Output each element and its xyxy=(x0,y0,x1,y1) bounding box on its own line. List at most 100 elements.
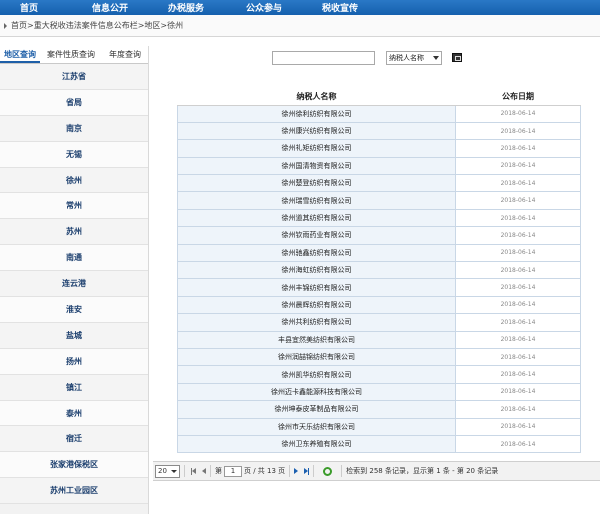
taxpayer-name-link[interactable]: 徐州市天乐纺织有限公司 xyxy=(177,417,456,436)
sidebar-item[interactable]: 苏州工业园区 xyxy=(0,478,148,505)
taxpayer-name-link[interactable]: 徐州瑞雪纺织有限公司 xyxy=(177,191,456,210)
next-page-icon[interactable] xyxy=(294,468,299,474)
sidebar-item[interactable]: 淮安 xyxy=(0,297,148,323)
main-content: 纳税人名称 纳税人名称 公布日期 徐州徐利纺织有限公司 2018-06-14 徐州康… xyxy=(153,46,600,514)
taxpayer-name-link[interactable]: 徐州晨辉纺织有限公司 xyxy=(177,295,456,315)
sidebar-item[interactable]: 镇江 xyxy=(0,374,148,401)
breadcrumb-arrow-icon xyxy=(4,22,7,29)
taxpayer-name-link[interactable]: 徐州礼矩纺织有限公司 xyxy=(177,139,456,158)
sidebar: 地区查询 案件性质查询 年度查询 江苏省 省局 南京 无锡 徐州 常州 苏州 南通 连云港 淮安盐… xyxy=(0,46,149,514)
breadcrumb-sep: > xyxy=(27,21,34,30)
sidebar-item[interactable]: 南京 xyxy=(0,115,148,142)
taxpayer-name-link[interactable]: 徐州康兴纺织有限公司 xyxy=(177,121,456,141)
pager-summary: 检索到 258 条记录，显示第 1 条 - 第 20 条记录 xyxy=(346,467,499,475)
search-button[interactable] xyxy=(452,53,462,62)
table-row: 徐州凯华纺织有限公司 2018-06-14 xyxy=(177,365,581,384)
sidebar-item[interactable]: 省局 xyxy=(0,89,148,116)
sidebar-item[interactable]: 盐城 xyxy=(0,322,148,349)
nav-info-public[interactable]: 信息公开 xyxy=(92,1,128,14)
publish-date: 2018-06-14 xyxy=(455,243,581,263)
table-row: 徐州海虹纺织有限公司 2018-06-14 xyxy=(177,261,581,280)
sidebar-item[interactable]: 徐州 xyxy=(0,167,148,194)
refresh-icon[interactable] xyxy=(323,466,333,476)
sidebar-item[interactable]: 连云港 xyxy=(0,271,148,298)
taxpayer-name-link[interactable]: 徐州迈卡鑫能源科技有限公司 xyxy=(177,382,456,402)
taxpayer-name-link[interactable]: 徐州驰鑫纺织有限公司 xyxy=(177,243,456,263)
taxpayer-name-link[interactable]: 徐州海虹纺织有限公司 xyxy=(177,261,456,280)
table-row: 徐州道其纺织有限公司 2018-06-14 xyxy=(177,208,581,228)
page-suffix: 页 / 共 13 页 xyxy=(244,467,286,475)
publish-date: 2018-06-14 xyxy=(455,347,581,367)
table-row: 徐州驰鑫纺织有限公司 2018-06-14 xyxy=(177,243,581,263)
table-row: 徐州丰锦纺织有限公司 2018-06-14 xyxy=(177,278,581,297)
sidebar-item[interactable]: 常州 xyxy=(0,193,148,220)
taxpayer-name-link[interactable]: 徐州润喆锦纺织有限公司 xyxy=(177,347,456,367)
nav-tax-service[interactable]: 办税服务 xyxy=(168,1,204,14)
nav-public-participation[interactable]: 公众参与 xyxy=(246,1,282,14)
first-page-icon[interactable] xyxy=(191,467,196,475)
breadcrumb-sep: > xyxy=(137,21,145,30)
page-prefix: 第 xyxy=(215,467,222,475)
taxpayer-name-link[interactable]: 徐州道其纺织有限公司 xyxy=(177,208,456,228)
nav-tax-publicity[interactable]: 税收宣传 xyxy=(322,1,358,14)
taxpayer-name-link[interactable]: 徐州国清物资有限公司 xyxy=(177,156,456,176)
breadcrumb-current: 徐州 xyxy=(167,21,184,30)
tab-case-type-query[interactable]: 案件性质查询 xyxy=(40,46,102,63)
table-row: 徐州共利纺织有限公司 2018-06-14 xyxy=(177,313,581,332)
table-row: 徐州迈卡鑫能源科技有限公司 2018-06-14 xyxy=(177,382,581,402)
taxpayer-name-link[interactable]: 徐州楚登纺织有限公司 xyxy=(177,174,456,193)
results-body: 徐州徐利纺织有限公司 2018-06-14 徐州康兴纺织有限公司 2018-06-14… xyxy=(177,104,581,454)
header-taxpayer-name: 纳税人名称 xyxy=(177,89,456,106)
prev-page-icon[interactable] xyxy=(202,468,206,474)
publish-date: 2018-06-14 xyxy=(455,417,581,436)
taxpayer-name-link[interactable]: 徐州钦雨药业有限公司 xyxy=(177,226,456,245)
last-page-icon[interactable] xyxy=(304,467,310,475)
sidebar-item[interactable]: 扬州 xyxy=(0,348,148,375)
results-table: 纳税人名称 公布日期 徐州徐利纺织有限公司 2018-06-14 徐州康兴纺织有限公… xyxy=(177,89,581,454)
table-header-row: 纳税人名称 公布日期 xyxy=(177,89,581,106)
table-row: 徐州坤泰皮革制品有限公司 2018-06-14 xyxy=(177,400,581,419)
table-row: 徐州康兴纺织有限公司 2018-06-14 xyxy=(177,121,581,141)
pager: 20 第 1 页 / 共 13 页 检索到 258 条记录，显示第 1 条 - … xyxy=(153,461,600,481)
publish-date: 2018-06-14 xyxy=(455,278,581,297)
breadcrumb-sep: > xyxy=(160,21,168,30)
publish-date: 2018-06-14 xyxy=(455,104,581,123)
sidebar-item[interactable]: 泰州 xyxy=(0,400,148,427)
table-row: 徐州徐利纺织有限公司 2018-06-14 xyxy=(177,104,581,123)
breadcrumb-section[interactable]: 重大税收违法案件信息公布栏 xyxy=(34,20,138,31)
search-input[interactable] xyxy=(272,51,375,65)
breadcrumb-region[interactable]: 地区 xyxy=(144,20,160,31)
table-row: 徐州钦雨药业有限公司 2018-06-14 xyxy=(177,226,581,245)
taxpayer-name-link[interactable]: 徐州凯华纺织有限公司 xyxy=(177,365,456,384)
sidebar-item[interactable]: 苏州 xyxy=(0,219,148,246)
nav-home[interactable]: 首页 xyxy=(20,1,38,14)
table-row: 徐州瑞雪纺织有限公司 2018-06-14 xyxy=(177,191,581,210)
breadcrumb-home[interactable]: 首页 xyxy=(11,20,27,31)
sidebar-item[interactable]: 无锡 xyxy=(0,141,148,168)
publish-date: 2018-06-14 xyxy=(455,121,581,141)
taxpayer-name-link[interactable]: 徐州共利纺织有限公司 xyxy=(177,313,456,332)
tab-region-query[interactable]: 地区查询 xyxy=(0,46,40,63)
sidebar-item[interactable]: 宿迁 xyxy=(0,426,148,453)
search-field-selected: 纳税人名称 xyxy=(389,54,424,62)
table-row: 徐州礼矩纺织有限公司 2018-06-14 xyxy=(177,139,581,158)
table-row: 徐州楚登纺织有限公司 2018-06-14 xyxy=(177,174,581,193)
sidebar-list: 江苏省 省局 南京 无锡 徐州 常州 苏州 南通 连云港 淮安 盐城 扬州 镇江 泰州 宿迁 张家港保税区 苏州… xyxy=(0,64,148,505)
taxpayer-name-link[interactable]: 徐州卫东养殖有限公司 xyxy=(177,434,456,454)
tab-year-query[interactable]: 年度查询 xyxy=(102,46,148,63)
page-size-select[interactable]: 20 xyxy=(155,464,180,478)
publish-date: 2018-06-14 xyxy=(455,400,581,419)
taxpayer-name-link[interactable]: 丰县宜然美纺织有限公司 xyxy=(177,330,456,349)
taxpayer-name-link[interactable]: 徐州丰锦纺织有限公司 xyxy=(177,278,456,297)
publish-date: 2018-06-14 xyxy=(455,330,581,349)
publish-date: 2018-06-14 xyxy=(455,139,581,158)
sidebar-item[interactable]: 江苏省 xyxy=(0,64,148,90)
page-number-input[interactable]: 1 xyxy=(224,465,242,477)
page-size-value: 20 xyxy=(158,466,167,475)
taxpayer-name-link[interactable]: 徐州徐利纺织有限公司 xyxy=(177,104,456,123)
search-field-select[interactable]: 纳税人名称 xyxy=(386,51,442,65)
taxpayer-name-link[interactable]: 徐州坤泰皮革制品有限公司 xyxy=(177,400,456,419)
sidebar-item[interactable]: 南通 xyxy=(0,245,148,272)
header-publish-date: 公布日期 xyxy=(455,89,581,106)
sidebar-item[interactable]: 张家港保税区 xyxy=(0,452,148,479)
